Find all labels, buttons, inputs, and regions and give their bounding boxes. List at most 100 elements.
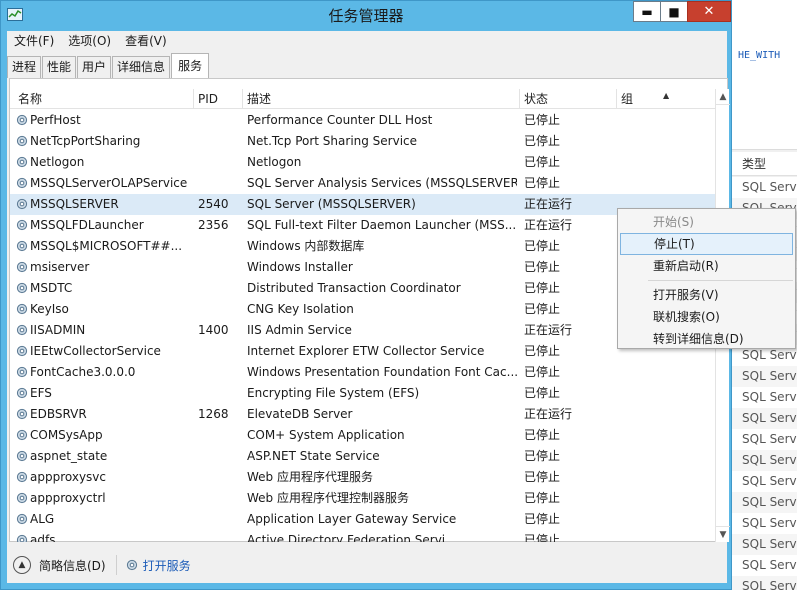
service-status: 正在运行 bbox=[524, 218, 573, 232]
background-row: SQL Server bbox=[732, 555, 797, 576]
service-row[interactable]: COMSysApp COM+ System Application 已停止 bbox=[10, 425, 715, 446]
service-name: MSSQL$MICROSOFT##... bbox=[30, 239, 183, 253]
service-pid: 2540 bbox=[198, 197, 229, 211]
service-status: 已停止 bbox=[524, 386, 561, 400]
service-row[interactable]: EFS Encrypting File System (EFS) 已停止 bbox=[10, 383, 715, 404]
open-services-link[interactable]: 打开服务 bbox=[125, 557, 191, 574]
service-gear-icon bbox=[16, 366, 28, 378]
footer-separator bbox=[115, 555, 117, 575]
background-row: SQL Server bbox=[732, 492, 797, 513]
service-name: IISADMIN bbox=[30, 323, 86, 337]
service-pid: 1268 bbox=[198, 407, 229, 421]
service-row[interactable]: MSSQLFDLauncher 2356 SQL Full-text Filter … bbox=[10, 215, 715, 236]
column-header-name[interactable]: 名称 bbox=[14, 89, 194, 109]
service-row[interactable]: aspnet_state ASP.NET State Service 已停止 bbox=[10, 446, 715, 467]
service-row[interactable]: NetTcpPortSharing Net.Tcp Port Sharing Se… bbox=[10, 131, 715, 152]
service-status: 已停止 bbox=[524, 512, 561, 526]
service-gear-icon bbox=[16, 534, 28, 542]
service-row[interactable]: adfs... Active Directory Federation Servi… bbox=[10, 530, 715, 542]
service-pid bbox=[198, 236, 238, 257]
context-search-online[interactable]: 联机搜索(O) bbox=[620, 306, 793, 328]
background-column-header: 类型 bbox=[732, 152, 797, 176]
service-description: Netlogon bbox=[247, 155, 302, 169]
service-row[interactable]: PerfHost Performance Counter DLL Host 已停止 bbox=[10, 110, 715, 131]
service-pid bbox=[198, 467, 238, 488]
tab-performance[interactable]: 性能 bbox=[42, 56, 77, 78]
scroll-up-button[interactable]: ▲ bbox=[716, 89, 730, 105]
title-bar[interactable]: 任务管理器 ▬ ■ ✕ bbox=[1, 1, 731, 31]
tab-details[interactable]: 详细信息 bbox=[112, 56, 171, 78]
service-name: ALG bbox=[30, 512, 55, 526]
service-gear-icon bbox=[16, 345, 28, 357]
service-gear-icon bbox=[16, 135, 28, 147]
menu-options[interactable]: 选项(O) bbox=[61, 31, 118, 51]
context-restart[interactable]: 重新启动(R) bbox=[620, 255, 793, 277]
service-description: SQL Server (MSSQLSERVER) bbox=[247, 197, 416, 211]
context-open-services[interactable]: 打开服务(V) bbox=[620, 284, 793, 306]
service-pid bbox=[198, 257, 238, 278]
service-gear-icon bbox=[16, 387, 28, 399]
tab-users[interactable]: 用户 bbox=[77, 56, 112, 78]
column-header-description[interactable]: 描述 bbox=[243, 89, 520, 109]
service-name: COMSysApp bbox=[30, 428, 103, 442]
menu-view[interactable]: 查看(V) bbox=[118, 31, 174, 51]
service-pid bbox=[198, 425, 238, 446]
service-description: COM+ System Application bbox=[247, 428, 405, 442]
service-row[interactable]: MSDTC Distributed Transaction Coordinator… bbox=[10, 278, 715, 299]
close-button[interactable]: ✕ bbox=[687, 1, 731, 22]
service-row[interactable]: appproxysvc Web 应用程序代理服务 已停止 bbox=[10, 467, 715, 488]
service-name: appproxyctrl bbox=[30, 491, 106, 505]
column-header-status[interactable]: 状态 bbox=[520, 89, 617, 109]
menu-file[interactable]: 文件(F) bbox=[7, 31, 61, 51]
context-start: 开始(S) bbox=[653, 215, 694, 229]
service-gear-icon bbox=[16, 177, 28, 189]
background-row: SQL Server bbox=[732, 576, 797, 590]
service-description: IIS Admin Service bbox=[247, 323, 352, 337]
service-name: MSSQLServerOLAPService bbox=[30, 176, 188, 190]
service-pid bbox=[198, 299, 238, 320]
services-list: PerfHost Performance Counter DLL Host 已停止 N… bbox=[10, 110, 715, 542]
service-row[interactable]: IISADMIN 1400 IIS Admin Service 正在运行 bbox=[10, 320, 715, 341]
service-pid bbox=[198, 152, 238, 173]
service-gear-icon bbox=[16, 429, 28, 441]
service-status: 已停止 bbox=[524, 281, 561, 295]
service-description: Performance Counter DLL Host bbox=[247, 113, 433, 127]
service-row[interactable]: msiserver Windows Installer 已停止 bbox=[10, 257, 715, 278]
service-gear-icon bbox=[16, 492, 28, 504]
service-row[interactable]: Netlogon Netlogon 已停止 bbox=[10, 152, 715, 173]
service-description: ASP.NET State Service bbox=[247, 449, 380, 463]
tab-services[interactable]: 服务 bbox=[171, 53, 210, 78]
service-description: Application Layer Gateway Service bbox=[247, 512, 457, 526]
service-description: CNG Key Isolation bbox=[247, 302, 354, 316]
fewer-details-button[interactable]: ▲ 简略信息(D) bbox=[13, 556, 106, 574]
service-pid bbox=[198, 488, 238, 509]
service-row[interactable]: MSSQL$MICROSOFT##... Windows 内部数据库 已停止 bbox=[10, 236, 715, 257]
background-row: SQL Server bbox=[732, 513, 797, 534]
service-row[interactable]: MSSQLSERVER 2540 SQL Server (MSSQLSERVER) 正… bbox=[10, 194, 715, 215]
background-row: SQL Server bbox=[732, 471, 797, 492]
sort-ascending-icon: ▲ bbox=[663, 91, 670, 100]
background-row: SQL Server bbox=[732, 177, 797, 198]
scroll-down-button[interactable]: ▼ bbox=[716, 526, 730, 542]
minimize-button[interactable]: ▬ bbox=[633, 1, 660, 22]
service-name: msiserver bbox=[30, 260, 90, 274]
service-gear-icon bbox=[16, 408, 28, 420]
background-row: SQL Server bbox=[732, 429, 797, 450]
service-name: EDBSRVR bbox=[30, 407, 87, 421]
service-name: adfs... bbox=[30, 533, 67, 542]
service-row[interactable]: ALG Application Layer Gateway Service 已停止 bbox=[10, 509, 715, 530]
service-gear-icon bbox=[16, 471, 28, 483]
service-row[interactable]: appproxyctrl Web 应用程序代理控制器服务 已停止 bbox=[10, 488, 715, 509]
service-row[interactable]: IEEtwCollectorService Internet Explorer E… bbox=[10, 341, 715, 362]
context-stop[interactable]: 停止(T) bbox=[620, 233, 793, 255]
service-row[interactable]: KeyIso CNG Key Isolation 已停止 bbox=[10, 299, 715, 320]
service-row[interactable]: FontCache3.0.0.0 Windows Presentation Fou… bbox=[10, 362, 715, 383]
service-row[interactable]: EDBSRVR 1268 ElevateDB Server 正在运行 bbox=[10, 404, 715, 425]
column-header-pid[interactable]: PID bbox=[194, 89, 243, 109]
service-row[interactable]: MSSQLServerOLAPService SQL Server Analysi… bbox=[10, 173, 715, 194]
context-go-to-details[interactable]: 转到详细信息(D) bbox=[620, 328, 793, 350]
maximize-button[interactable]: ■ bbox=[660, 1, 687, 22]
service-description: Internet Explorer ETW Collector Service bbox=[247, 344, 485, 358]
tab-processes[interactable]: 进程 bbox=[7, 56, 42, 78]
service-status: 已停止 bbox=[524, 428, 561, 442]
